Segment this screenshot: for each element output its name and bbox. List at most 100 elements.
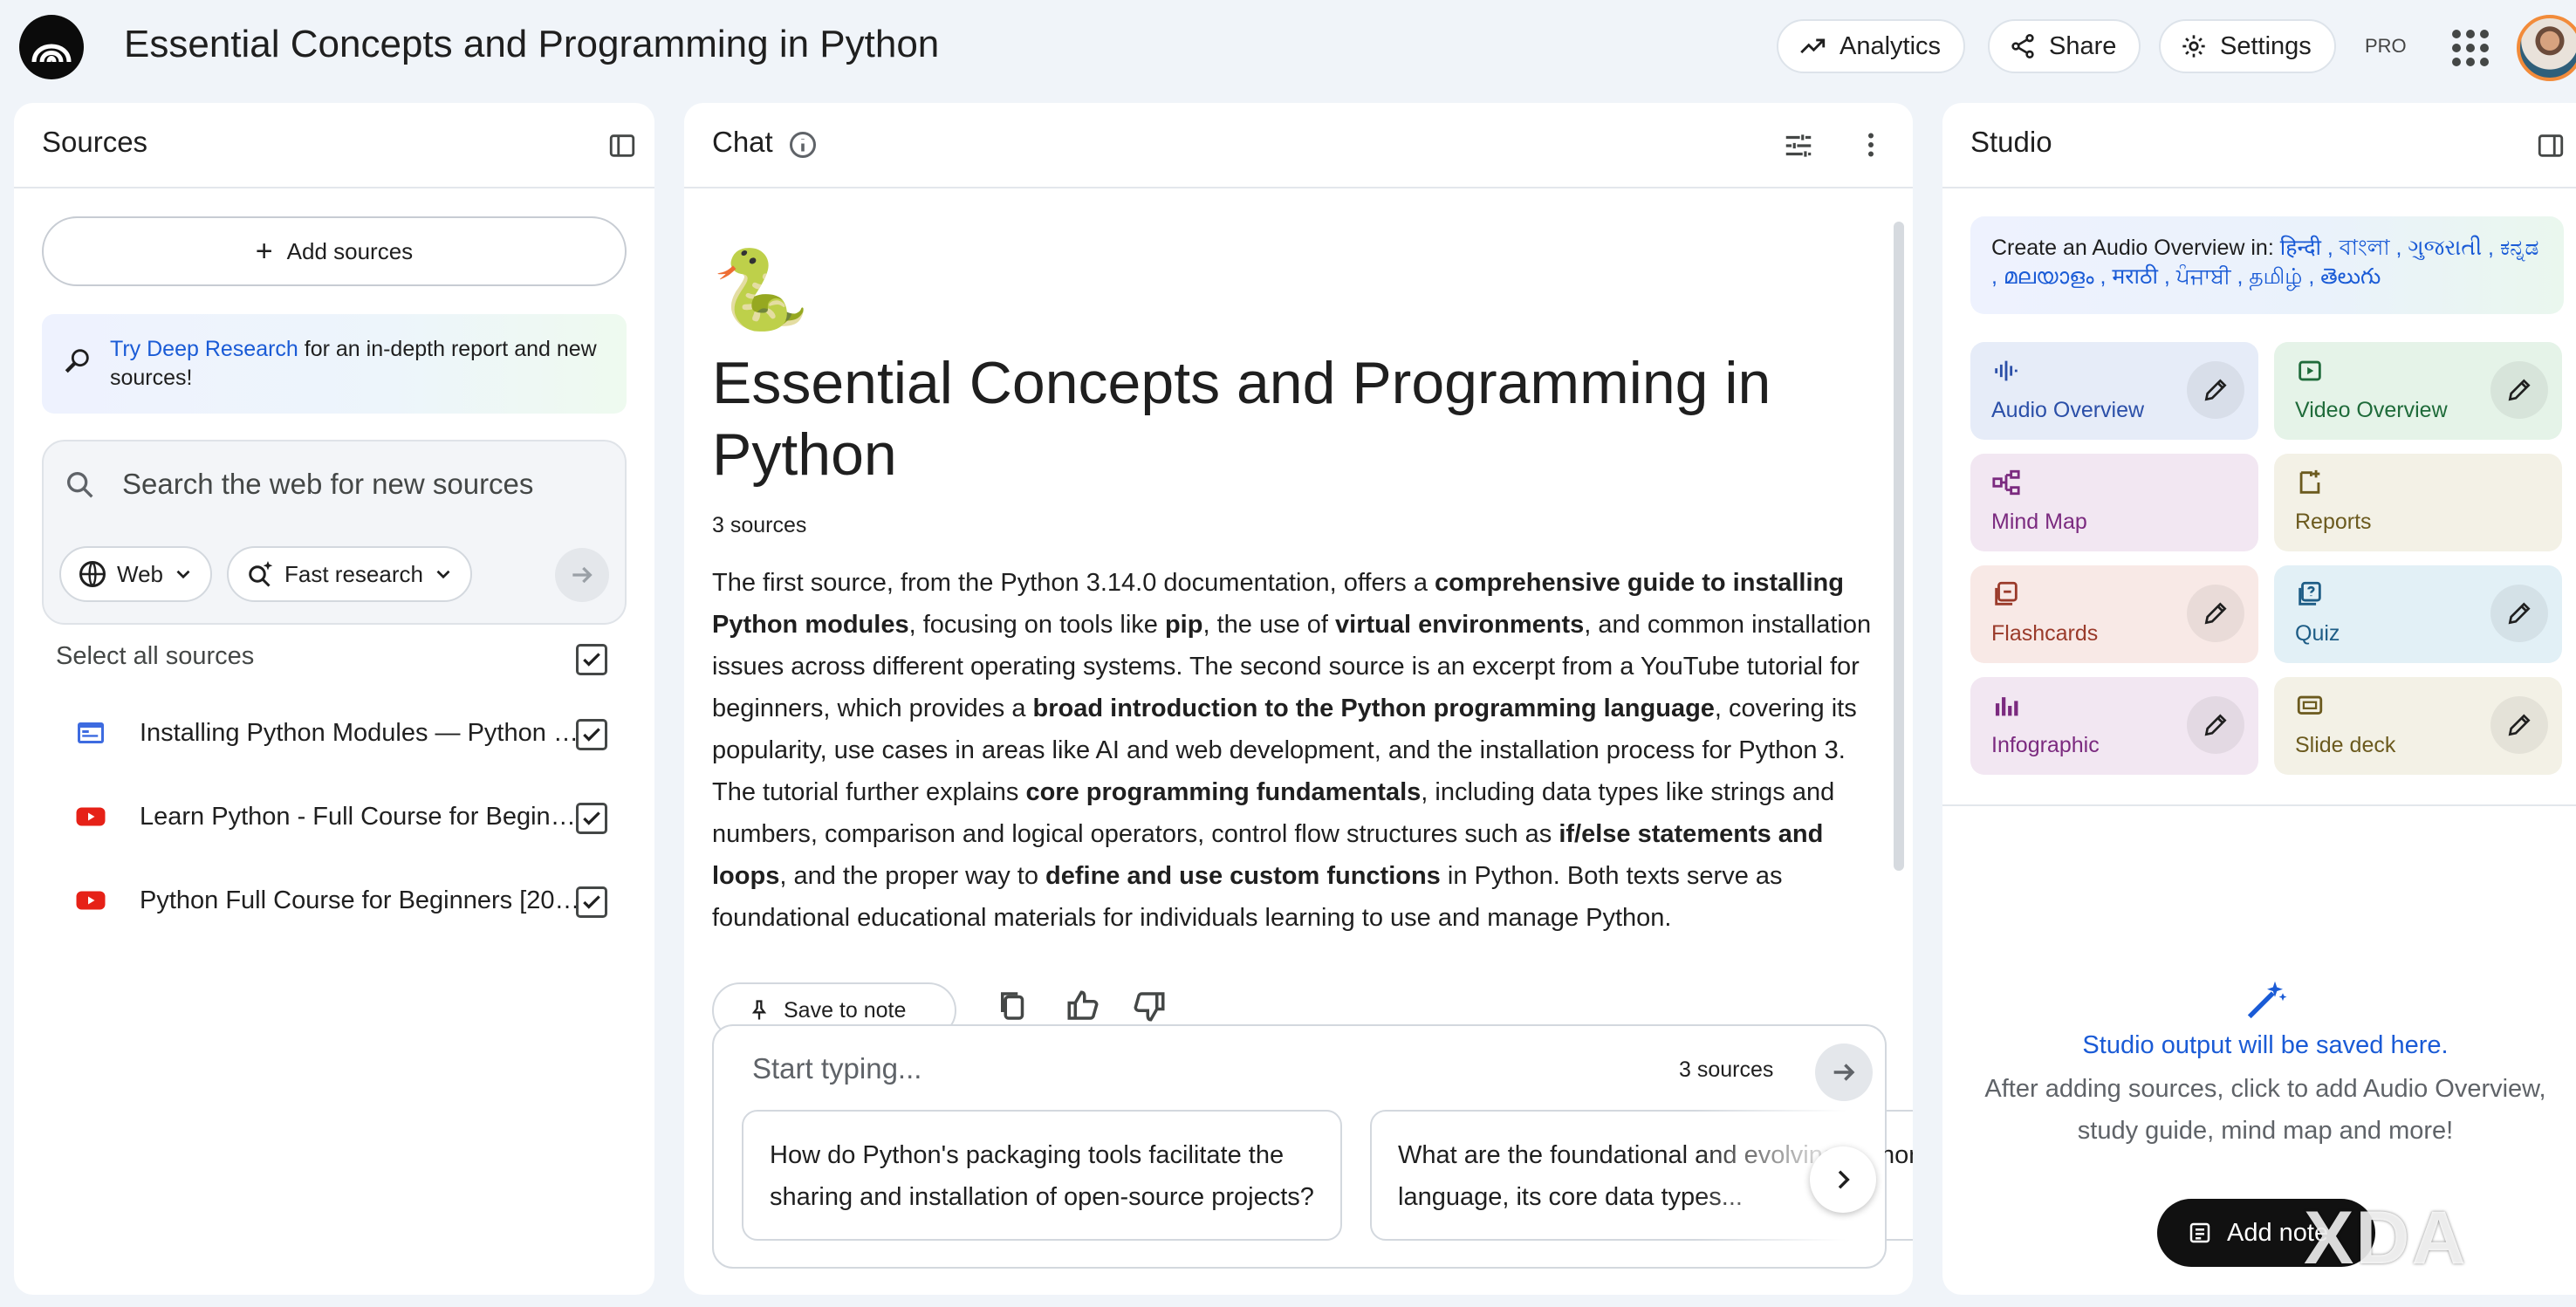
notebook-summary: The first source, from the Python 3.14.0…: [712, 562, 1873, 939]
pin-icon: [751, 1000, 767, 1020]
xda-watermark: XDA: [2304, 1196, 2468, 1280]
share-label: Share: [2049, 31, 2117, 60]
avatar[interactable]: [2517, 15, 2576, 81]
edit-button[interactable]: [2187, 585, 2244, 642]
magic-wand-icon: [2247, 981, 2287, 1019]
studio-title: Studio: [1970, 126, 2052, 158]
reports-icon: [2299, 469, 2320, 494]
studio-tile-reports[interactable]: Reports: [2274, 454, 2562, 551]
studio-tile-mind-map[interactable]: Mind Map: [1970, 454, 2258, 551]
source-item[interactable]: Installing Python Modules — Python 3.14.…: [42, 707, 635, 759]
video-icon: [2299, 360, 2321, 381]
search-icon: [67, 472, 93, 498]
submit-search-button[interactable]: [555, 548, 609, 602]
source-checkbox[interactable]: [576, 719, 607, 750]
search-input[interactable]: Search the web for new sources: [122, 468, 533, 501]
thumbs-down-icon[interactable]: [1131, 988, 1168, 1024]
source-title: Python Full Course for Beginners [2025]: [140, 886, 583, 914]
source-title: Learn Python - Full Course for Beginners…: [140, 803, 583, 831]
more-vert-icon[interactable]: [1855, 129, 1887, 161]
edit-button[interactable]: [2187, 696, 2244, 754]
chat-panel: Chat 🐍 Essential Concepts and Programmin…: [684, 103, 1913, 1295]
chevron-down-icon: [176, 570, 190, 579]
share-button[interactable]: Share: [1988, 19, 2141, 73]
edit-button[interactable]: [2490, 696, 2548, 754]
web-search-box: Search the web for new sources Web Fast …: [42, 440, 627, 625]
mind-map-icon: [1992, 469, 2020, 496]
sources-panel: Sources + Add sources Try Deep Research …: [14, 103, 654, 1295]
studio-tile-label: Reports: [2295, 510, 2372, 534]
suggested-question[interactable]: How do Python's packaging tools facilita…: [742, 1110, 1342, 1241]
add-sources-button[interactable]: + Add sources: [42, 216, 627, 286]
youtube-icon: [76, 891, 106, 910]
studio-tile-video-overview[interactable]: Video Overview: [2274, 342, 2562, 440]
select-all-checkbox[interactable]: [576, 644, 607, 675]
copy-icon[interactable]: [995, 988, 1031, 1024]
studio-tile-label: Quiz: [2295, 621, 2340, 646]
edit-button[interactable]: [2490, 585, 2548, 642]
mode-chip-label: Fast research: [284, 560, 423, 587]
next-suggestions-button[interactable]: [1810, 1146, 1876, 1213]
note-icon: [2189, 1222, 2210, 1243]
studio-tile-slide-deck[interactable]: Slide deck: [2274, 677, 2562, 775]
info-icon[interactable]: [787, 129, 819, 161]
save-to-note-label: Save to note: [784, 997, 907, 1023]
checkmark-icon: [583, 895, 600, 909]
thumbs-up-icon[interactable]: [1065, 988, 1101, 1024]
studio-tile-flashcards[interactable]: Flashcards: [1970, 565, 2258, 663]
studio-tile-label: Audio Overview: [1991, 398, 2145, 422]
pencil-icon: [2508, 714, 2531, 736]
studio-tile-label: Video Overview: [2295, 398, 2448, 422]
audio-wave-icon: [1995, 360, 2018, 381]
notebook-title[interactable]: Essential Concepts and Programming in Py…: [124, 23, 939, 66]
web-page-icon: [78, 722, 104, 743]
chat-input[interactable]: Start typing...: [752, 1052, 921, 1085]
audio-overview-language-banner: Create an Audio Overview in: हिन्दी , বা…: [1970, 216, 2564, 314]
audio-banner-prefix: Create an Audio Overview in:: [1991, 236, 2280, 260]
source-checkbox[interactable]: [576, 803, 607, 834]
source-checkbox[interactable]: [576, 886, 607, 918]
collapse-panel-icon[interactable]: [2536, 131, 2566, 161]
studio-header: Studio: [1942, 103, 2576, 188]
collapse-panel-icon[interactable]: [607, 131, 637, 161]
notebook-heading: Essential Concepts and Programming in Py…: [712, 350, 1771, 488]
select-all-label: Select all sources: [56, 642, 255, 670]
studio-empty-subtitle: After adding sources, click to add Audio…: [1984, 1075, 2546, 1145]
studio-tile-audio-overview[interactable]: Audio Overview: [1970, 342, 2258, 440]
send-button[interactable]: [1815, 1044, 1873, 1101]
research-mode-dropdown[interactable]: Fast research: [227, 546, 472, 602]
pencil-icon: [2204, 714, 2227, 736]
composer-source-count: 3 sources: [1679, 1057, 1774, 1082]
analytics-label: Analytics: [1840, 31, 1942, 60]
source-item[interactable]: Learn Python - Full Course for Beginners…: [42, 790, 635, 843]
try-deep-research-link[interactable]: Try Deep Research: [110, 337, 298, 361]
source-item[interactable]: Python Full Course for Beginners [2025]: [42, 874, 635, 927]
checkmark-icon: [583, 728, 600, 742]
pencil-icon: [2508, 379, 2531, 401]
pencil-icon: [2204, 379, 2227, 401]
chat-scrollbar[interactable]: [1894, 222, 1904, 871]
apps-grid-icon[interactable]: [2449, 26, 2489, 66]
studio-tile-infographic[interactable]: Infographic: [1970, 677, 2258, 775]
share-icon: [2011, 34, 2034, 58]
source-title: Installing Python Modules — Python 3.14.…: [140, 719, 583, 747]
infographic-icon: [1995, 697, 2018, 716]
sparkle-search-icon: [249, 561, 273, 587]
web-source-dropdown[interactable]: Web: [59, 546, 212, 602]
plus-icon: +: [255, 235, 273, 268]
arrow-right-icon: [572, 566, 593, 584]
youtube-icon: [76, 807, 106, 826]
edit-button[interactable]: [2490, 361, 2548, 419]
flashcards-icon: [1995, 581, 2018, 606]
notebooklm-logo[interactable]: [19, 15, 84, 79]
sources-header: Sources: [14, 103, 654, 188]
edit-button[interactable]: [2187, 361, 2244, 419]
settings-button[interactable]: Settings: [2159, 19, 2336, 73]
tune-icon[interactable]: [1782, 129, 1815, 162]
studio-divider: [1942, 804, 2576, 806]
checkmark-icon: [583, 811, 600, 825]
gear-icon: [2182, 35, 2205, 58]
studio-tile-quiz[interactable]: Quiz: [2274, 565, 2562, 663]
deep-research-banner: Try Deep Research for an in-depth report…: [42, 314, 627, 414]
analytics-button[interactable]: Analytics: [1777, 19, 1966, 73]
